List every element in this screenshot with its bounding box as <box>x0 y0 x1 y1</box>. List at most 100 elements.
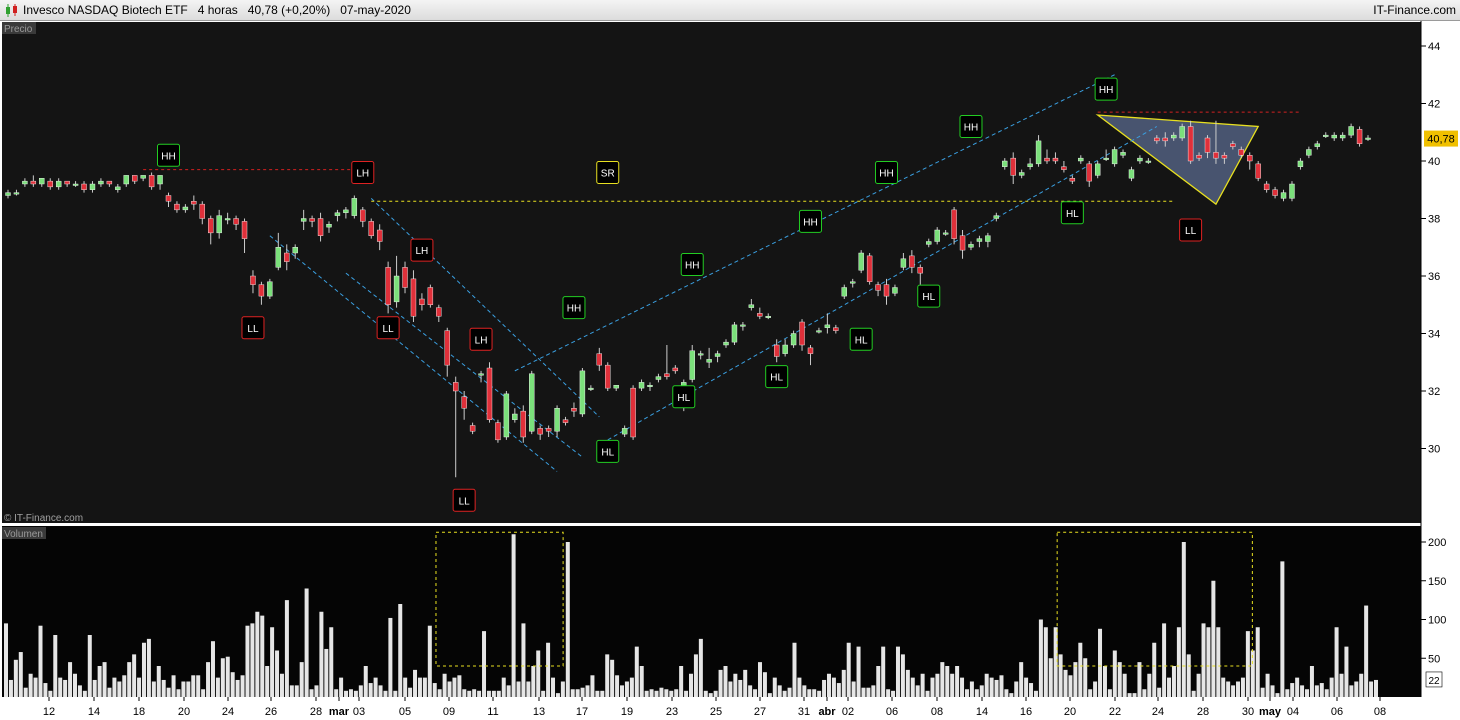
candle-body <box>537 428 543 435</box>
volume-bar <box>368 683 373 697</box>
volume-bar <box>122 675 127 697</box>
volume-bar <box>141 642 146 697</box>
volume-bar <box>1270 685 1275 697</box>
candle-body <box>1137 157 1143 162</box>
volume-bar <box>605 654 610 697</box>
volume-bar <box>388 617 393 697</box>
x-tick-label: 18 <box>133 706 145 718</box>
volume-bar <box>1102 666 1107 697</box>
volume-bar <box>620 685 625 697</box>
candle-body <box>1204 137 1211 153</box>
pattern-label-hh: HH <box>1094 77 1118 101</box>
x-tick-label: 08 <box>1374 706 1386 718</box>
candle <box>630 385 636 440</box>
pattern-label-lh: LH <box>469 327 493 351</box>
volume-bar <box>797 677 802 697</box>
volume-bar <box>23 687 28 697</box>
volume-bar <box>319 611 324 697</box>
volume-bar <box>955 666 960 697</box>
volume-bar <box>1132 693 1137 697</box>
price-volume-chart[interactable]: Precio Volumen © IT-Finance.com 30 32 34 36 38 4… <box>0 21 1460 720</box>
candle-body <box>773 344 780 357</box>
candle-body <box>638 382 645 389</box>
candle-body <box>81 183 87 190</box>
candle-body <box>250 275 256 285</box>
candle-body <box>1323 134 1329 137</box>
pattern-label-hh: HH <box>156 143 180 167</box>
volume-bar <box>201 689 206 697</box>
pattern-label-ll: LL <box>1179 218 1203 242</box>
pattern-label-text: HH <box>1099 85 1113 96</box>
candle-body <box>368 221 374 236</box>
candle-body <box>605 364 611 389</box>
volume-bar <box>422 677 427 697</box>
current-volume-marker: 22 <box>1425 671 1443 688</box>
volume-bar <box>220 658 225 697</box>
volume-bar <box>1236 681 1241 697</box>
volume-bar <box>595 690 600 697</box>
volume-bar <box>1029 683 1034 697</box>
volume-bar <box>393 690 398 697</box>
volume-bar <box>363 666 368 697</box>
candle-body <box>334 212 341 216</box>
volume-bar <box>4 623 8 697</box>
volume-bar <box>486 690 491 697</box>
volume-bar <box>447 681 452 697</box>
candle-body <box>1213 152 1219 159</box>
volume-bar <box>1280 561 1285 697</box>
candle <box>495 419 501 443</box>
current-price-marker: 40,78 <box>1424 130 1458 147</box>
volume-bar <box>541 690 546 697</box>
volume-bar <box>1176 627 1181 697</box>
volume-bar <box>1171 666 1176 697</box>
candle-body <box>182 206 189 211</box>
volume-bar <box>68 662 73 697</box>
volume-bar <box>639 666 644 697</box>
pattern-label-text: HL <box>677 393 690 404</box>
current-price-label: 40,78 <box>1427 134 1455 146</box>
volume-bar <box>910 677 915 697</box>
candle-body <box>655 376 662 380</box>
candle-body <box>199 203 205 219</box>
volume-bar <box>240 675 245 697</box>
candle <box>1356 126 1363 147</box>
candle-body <box>824 324 831 328</box>
candle-body <box>993 215 1000 219</box>
volume-bar <box>1152 642 1157 697</box>
volume-bar <box>748 685 753 697</box>
candle-body <box>740 324 746 327</box>
pattern-label-text: HH <box>879 169 893 180</box>
volume-bar <box>1231 685 1236 697</box>
candle-body <box>1356 129 1363 144</box>
volume-bar <box>615 675 620 697</box>
volume-bar <box>565 542 570 697</box>
volume-bar <box>1078 642 1083 697</box>
volume-bar <box>92 679 97 697</box>
candle-body <box>410 278 417 317</box>
volume-bar <box>255 611 260 697</box>
volume-bar <box>856 646 861 697</box>
volume-bar <box>728 681 733 697</box>
volume-tick-label: 50 <box>1428 653 1440 665</box>
volume-bar <box>196 675 201 697</box>
volume-bar <box>353 690 358 697</box>
x-tick-label: 12 <box>43 706 55 718</box>
volume-bar <box>403 677 408 697</box>
volume-bar <box>580 687 585 697</box>
candle-body <box>833 327 839 331</box>
volume-bar <box>334 689 339 697</box>
volume-bar <box>1359 673 1364 697</box>
volume-bar <box>659 687 664 697</box>
candle-body <box>1365 137 1371 140</box>
volume-bar <box>156 666 161 697</box>
candle-body <box>1280 192 1287 199</box>
pattern-label-hh: HH <box>562 296 586 320</box>
volume-bar <box>206 662 211 697</box>
volume-bar <box>649 689 654 697</box>
volume-bar <box>1374 679 1378 697</box>
candle-body <box>393 275 400 303</box>
volume-bar <box>1309 666 1314 697</box>
volume-bar <box>501 677 506 697</box>
pattern-label-text: LL <box>1185 226 1197 237</box>
volume-bar <box>1127 693 1132 697</box>
